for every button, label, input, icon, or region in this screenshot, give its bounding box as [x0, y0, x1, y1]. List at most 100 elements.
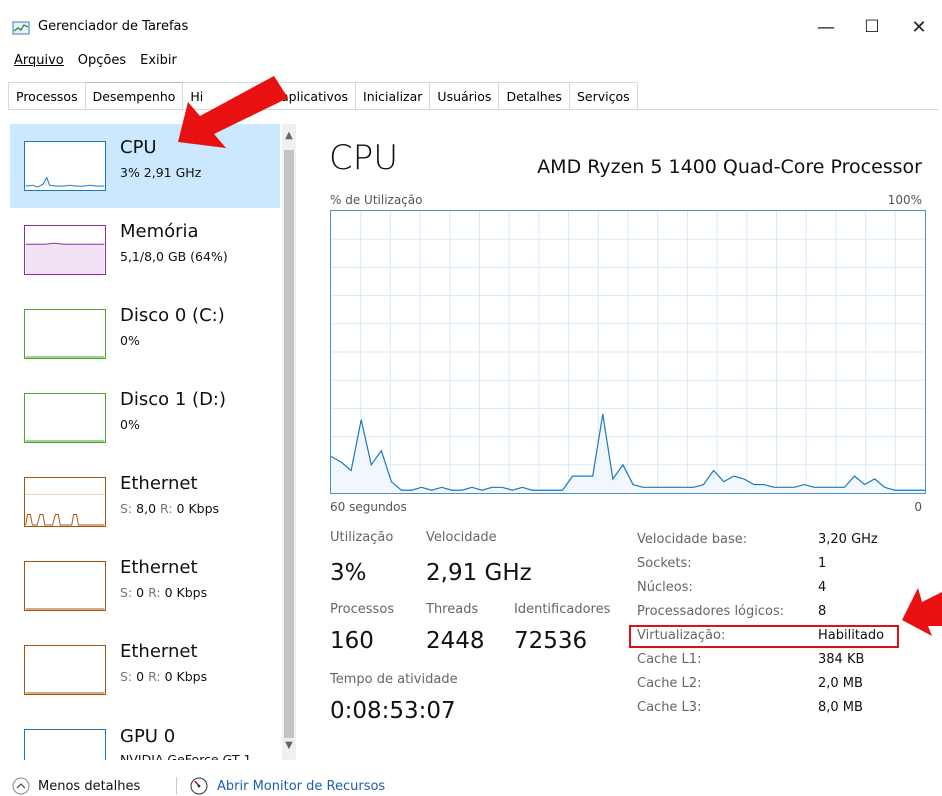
ethernet-thumbnail-graph — [24, 645, 106, 695]
footer-bar: Menos detalhes Abrir Monitor de Recursos — [0, 772, 942, 796]
detail-value: 3,20 GHz — [818, 532, 878, 547]
detail-label: Cache L1: — [637, 652, 702, 667]
receive-label: R: — [148, 585, 161, 600]
window-title: Gerenciador de Tarefas — [38, 19, 189, 34]
graph-time-label-left: 60 segundos — [330, 500, 407, 514]
sidebar-item-value: S: 0 R: 0 Kbps — [120, 669, 207, 684]
close-button[interactable]: ✕ — [896, 12, 942, 42]
sidebar-item-value: NVIDIA GeForce GT 1 — [120, 752, 252, 760]
utilizacao-value: 3% — [330, 560, 367, 586]
detail-value: 8 — [818, 604, 827, 619]
tab-servicos[interactable]: Serviços — [569, 82, 638, 110]
ethernet-thumbnail-graph — [24, 561, 106, 611]
velocidade-label: Velocidade — [426, 530, 497, 545]
detail-label: Núcleos: — [637, 580, 693, 595]
menu-bar: Arquivo Opções Exibir — [0, 53, 177, 75]
sidebar-item-value: 0% — [120, 333, 140, 348]
resource-monitor-icon[interactable] — [190, 777, 208, 795]
receive-label: R: — [148, 669, 161, 684]
memory-thumbnail-graph — [24, 225, 106, 275]
cpu-utilization-graph — [330, 210, 926, 494]
detail-value: 8,0 MB — [818, 700, 863, 715]
task-manager-icon — [12, 21, 30, 35]
minimize-button[interactable]: — — [803, 12, 849, 42]
detail-value: 2,0 MB — [818, 676, 863, 691]
receive-value: 0 Kbps — [164, 669, 208, 684]
red-arrow-cpu-annotation — [178, 76, 288, 148]
sidebar-item-value: 5,1/8,0 GB (64%) — [120, 249, 228, 264]
tab-inicializar[interactable]: Inicializar — [356, 82, 431, 110]
tab-usuarios[interactable]: Usuários — [430, 82, 500, 110]
tab-processos[interactable]: Processos — [8, 82, 86, 110]
tab-desempenho[interactable]: Desempenho — [85, 82, 184, 110]
receive-label: R: — [160, 501, 173, 516]
send-label: S: — [120, 669, 133, 684]
detail-label: Velocidade base: — [637, 532, 748, 547]
cpu-thumbnail-graph — [24, 141, 106, 191]
red-arrow-virtualization-annotation — [902, 588, 942, 636]
sidebar: CPU 3% 2,91 GHz Memória 5,1/8,0 GB (64%)… — [10, 124, 296, 760]
sidebar-item-value: S: 0 R: 0 Kbps — [120, 585, 207, 600]
tempo-atividade-label: Tempo de atividade — [330, 672, 458, 687]
sidebar-item-label: Disco 0 (C:) — [120, 305, 225, 326]
sidebar-item-label: Ethernet — [120, 473, 198, 494]
sidebar-scrollbar[interactable]: ▲ ▼ — [282, 124, 296, 760]
page-title: CPU — [329, 138, 399, 178]
scrollbar-thumb[interactable] — [284, 150, 294, 738]
send-label: S: — [120, 585, 133, 600]
sidebar-item-value: S: 8,0 R: 0 Kbps — [120, 501, 219, 516]
receive-value: 0 Kbps — [176, 501, 220, 516]
send-value: 0 — [136, 669, 145, 684]
sidebar-item-value: 3% 2,91 GHz — [120, 165, 202, 180]
ethernet-thumbnail-graph — [24, 477, 106, 527]
footer-separator — [176, 777, 177, 795]
graph-label-left: % de Utilização — [330, 193, 423, 207]
processos-value: 160 — [330, 628, 374, 654]
detail-label: Cache L3: — [637, 700, 702, 715]
sidebar-item-label: Ethernet — [120, 641, 198, 662]
detail-value: 4 — [818, 580, 827, 595]
less-details-button[interactable]: Menos detalhes — [38, 779, 140, 794]
sidebar-item-label: Memória — [120, 221, 199, 242]
identificadores-value: 72536 — [514, 628, 588, 654]
gpu-thumbnail-graph — [24, 729, 106, 760]
tab-detalhes[interactable]: Detalhes — [499, 82, 570, 110]
chevron-up-circle-icon[interactable] — [12, 777, 30, 795]
sidebar-item-memoria[interactable]: Memória 5,1/8,0 GB (64%) — [10, 208, 280, 292]
utilizacao-label: Utilização — [330, 530, 394, 545]
menu-arquivo[interactable]: Arquivo — [14, 53, 64, 75]
tempo-atividade-value: 0:08:53:07 — [330, 698, 456, 724]
sidebar-item-ethernet-1[interactable]: Ethernet S: 8,0 R: 0 Kbps — [10, 460, 280, 544]
cpu-model: AMD Ryzen 5 1400 Quad-Core Processor — [537, 156, 922, 178]
sidebar-item-value: 0% — [120, 417, 140, 432]
virtualization-highlight-box — [629, 625, 899, 648]
detail-value: 384 KB — [818, 652, 865, 667]
sidebar-item-disco-1[interactable]: Disco 1 (D:) 0% — [10, 376, 280, 460]
detail-label: Cache L2: — [637, 676, 702, 691]
sidebar-item-disco-0[interactable]: Disco 0 (C:) 0% — [10, 292, 280, 376]
open-resource-monitor-link[interactable]: Abrir Monitor de Recursos — [217, 779, 385, 794]
send-label: S: — [120, 501, 133, 516]
detail-label: Sockets: — [637, 556, 692, 571]
disk-thumbnail-graph — [24, 309, 106, 359]
sidebar-item-ethernet-3[interactable]: Ethernet S: 0 R: 0 Kbps — [10, 628, 280, 712]
scroll-down-icon[interactable]: ▼ — [282, 738, 296, 754]
sidebar-item-label: Disco 1 (D:) — [120, 389, 227, 410]
velocidade-value: 2,91 GHz — [426, 560, 532, 586]
threads-label: Threads — [426, 602, 479, 617]
sidebar-item-gpu-0[interactable]: GPU 0 NVIDIA GeForce GT 1 — [10, 712, 280, 760]
receive-value: 0 Kbps — [164, 585, 208, 600]
menu-opcoes[interactable]: Opções — [78, 53, 126, 75]
maximize-button[interactable]: ☐ — [849, 12, 895, 42]
tab-strip: Processos Desempenho Hi de aplicativos I… — [8, 82, 638, 110]
threads-value: 2448 — [426, 628, 485, 654]
graph-label-right: 100% — [887, 193, 922, 207]
sidebar-item-label: CPU — [120, 137, 157, 158]
processos-label: Processos — [330, 602, 395, 617]
identificadores-label: Identificadores — [514, 602, 611, 617]
performance-panel: CPU AMD Ryzen 5 1400 Quad-Core Processor… — [320, 124, 938, 764]
graph-time-label-right: 0 — [914, 500, 922, 514]
detail-label: Processadores lógicos: — [637, 604, 785, 619]
sidebar-item-ethernet-2[interactable]: Ethernet S: 0 R: 0 Kbps — [10, 544, 280, 628]
tab-divider — [8, 109, 938, 110]
